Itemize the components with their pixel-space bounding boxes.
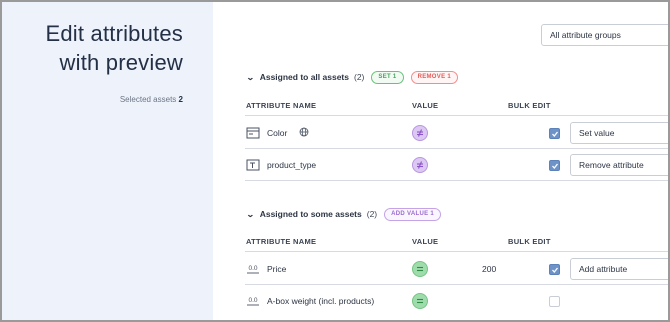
table-header: ATTRIBUTE NAME VALUE BULK EDIT xyxy=(245,94,668,116)
selected-assets-count: 2 xyxy=(178,95,183,104)
decimal-type-icon: 0.0 xyxy=(247,297,259,306)
equal-values-icon xyxy=(412,261,428,277)
table-row: Color Set value xyxy=(245,117,668,149)
page-title: Edit attributes with preview xyxy=(45,21,183,75)
bulk-edit-checkbox[interactable] xyxy=(549,160,560,171)
column-header-bulk-edit: BULK EDIT xyxy=(508,237,551,246)
section-count: (2) xyxy=(366,209,378,219)
column-header-attribute-name: ATTRIBUTE NAME xyxy=(246,101,317,110)
chevron-down-icon[interactable]: ⌄ xyxy=(246,73,255,82)
bulk-action-value: Add attribute xyxy=(579,264,628,274)
remove-badge: REMOVE 1 xyxy=(410,70,458,84)
bulk-action-dropdown[interactable]: Set value xyxy=(570,122,668,144)
main-panel: All attribute groups ⌄ Assigned to all a… xyxy=(213,2,668,320)
attribute-value: 200 xyxy=(482,264,497,274)
table-row: 0.0 A-box weight (incl. products) xyxy=(245,285,668,317)
text-type-icon xyxy=(246,159,260,171)
sidebar: Edit attributes with preview Selected as… xyxy=(2,2,213,320)
mixed-values-icon xyxy=(412,125,428,141)
decimal-type-icon: 0.0 xyxy=(247,265,259,274)
window-frame: Edit attributes with preview Selected as… xyxy=(0,0,670,322)
column-header-value: VALUE xyxy=(412,101,439,110)
selected-assets: Selected assets 2 xyxy=(120,95,183,104)
bulk-edit-checkbox[interactable] xyxy=(549,296,560,307)
attribute-name: Color xyxy=(267,128,288,138)
globe-icon xyxy=(299,127,309,137)
bulk-action-dropdown[interactable]: Remove attribute xyxy=(570,154,668,176)
section-count: (2) xyxy=(354,72,365,82)
column-header-bulk-edit: BULK EDIT xyxy=(508,101,551,110)
attribute-name: product_type xyxy=(267,160,317,170)
svg-text:0.0: 0.0 xyxy=(248,297,257,304)
table-row: 0.0 Price 200 Add attribute xyxy=(245,253,668,285)
attribute-name: A-box weight (incl. products) xyxy=(267,296,375,306)
bulk-action-value: Remove attribute xyxy=(579,160,644,170)
section-title: Assigned to all assets xyxy=(259,72,349,82)
attribute-groups-dropdown[interactable]: All attribute groups xyxy=(541,24,668,46)
chevron-down-icon[interactable]: ⌄ xyxy=(246,210,255,219)
equal-values-icon xyxy=(412,293,428,309)
add-value-badge: ADD VALUE 1 xyxy=(384,207,442,221)
selected-assets-label: Selected assets xyxy=(119,95,177,104)
table-icon xyxy=(246,127,260,139)
section-header-all-assets[interactable]: ⌄ Assigned to all assets (2) SET 1 REMOV… xyxy=(246,70,458,84)
column-header-attribute-name: ATTRIBUTE NAME xyxy=(246,237,317,246)
column-header-value: VALUE xyxy=(412,237,439,246)
svg-text:0.0: 0.0 xyxy=(248,265,257,272)
mixed-values-icon xyxy=(412,157,428,173)
section-header-some-assets[interactable]: ⌄ Assigned to some assets (2) ADD VALUE … xyxy=(246,207,442,221)
bulk-edit-checkbox[interactable] xyxy=(549,264,560,275)
set-badge: SET 1 xyxy=(371,70,404,84)
table-row: product_type Remove attribute xyxy=(245,149,668,181)
section-title: Assigned to some assets xyxy=(259,209,362,219)
bulk-action-dropdown[interactable]: Add attribute xyxy=(570,258,668,280)
table-header: ATTRIBUTE NAME VALUE BULK EDIT xyxy=(245,230,668,252)
attribute-name: Price xyxy=(267,264,287,274)
bulk-edit-checkbox[interactable] xyxy=(549,128,560,139)
bulk-action-value: Set value xyxy=(579,128,615,138)
